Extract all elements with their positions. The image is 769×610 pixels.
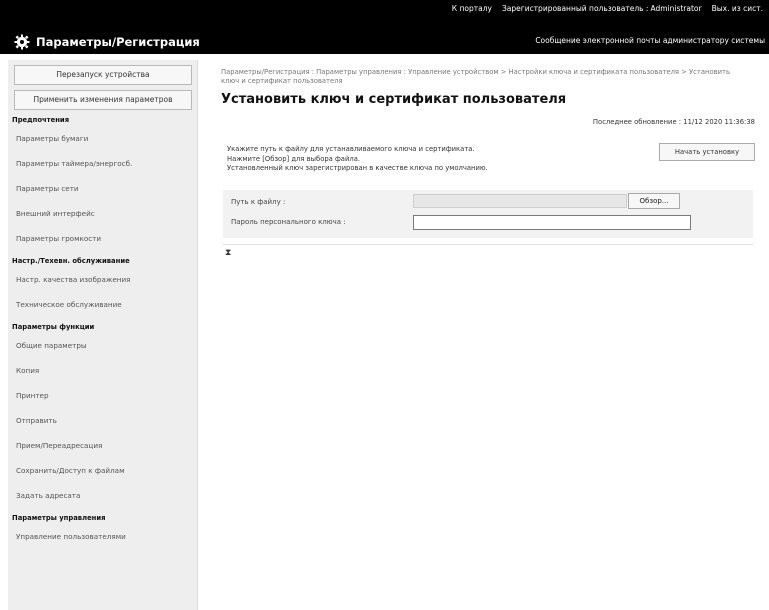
- sidebar-item-send[interactable]: Отправить: [8, 408, 197, 433]
- sidebar-item-paper[interactable]: Параметры бумаги: [8, 126, 197, 151]
- app-header: Параметры/Регистрация: [14, 30, 200, 54]
- start-install-button[interactable]: Начать установку: [659, 143, 755, 161]
- sidebar-section-preferences: Предпочтения: [12, 116, 70, 124]
- sidebar-item-timer[interactable]: Параметры таймера/энергосб.: [8, 151, 197, 176]
- install-form: Путь к файлу : Обзор... Пароль персональ…: [223, 190, 753, 238]
- apply-changes-button[interactable]: Применить изменения параметров: [14, 90, 192, 110]
- sidebar-item-maintenance[interactable]: Техническое обслуживание: [8, 292, 197, 317]
- main-content: Параметры/Регистрация : Параметры управл…: [221, 68, 761, 258]
- file-path-field[interactable]: [413, 194, 627, 208]
- sidebar-item-image-quality[interactable]: Настр. качества изображения: [8, 267, 197, 292]
- sidebar-item-printer[interactable]: Принтер: [8, 383, 197, 408]
- sidebar-item-copy[interactable]: Копия: [8, 358, 197, 383]
- user-name: Administrator: [650, 4, 702, 13]
- restart-device-button[interactable]: Перезапуск устройства: [14, 65, 192, 85]
- sidebar-item-store-access[interactable]: Сохранить/Доступ к файлам: [8, 458, 197, 483]
- private-key-password-input[interactable]: [413, 215, 691, 230]
- registered-user-label: Зарегистрированный пользователь :: [501, 4, 649, 13]
- sidebar-section-management: Параметры управления: [12, 514, 106, 522]
- logout-link[interactable]: Вых. из сист.: [712, 4, 763, 13]
- sidebar-item-receive-forward[interactable]: Прием/Переадресация: [8, 433, 197, 458]
- sidebar: Перезапуск устройства Применить изменени…: [8, 60, 198, 610]
- instructions: Укажите путь к файлу для устанавливаемог…: [227, 145, 488, 174]
- breadcrumb[interactable]: Параметры/Регистрация : Параметры управл…: [221, 68, 741, 86]
- portal-link[interactable]: К порталу: [452, 4, 492, 13]
- divider: [223, 244, 753, 245]
- top-bar: К порталу Зарегистрированный пользовател…: [0, 0, 769, 30]
- page-title: Установить ключ и сертификат пользовател…: [221, 92, 567, 107]
- sidebar-item-user-management[interactable]: Управление пользователями: [8, 524, 197, 549]
- browse-button[interactable]: Обзор...: [628, 193, 680, 209]
- sidebar-item-network[interactable]: Параметры сети: [8, 176, 197, 201]
- to-top-icon[interactable]: ⧗: [225, 248, 231, 258]
- instruction-line: Укажите путь к файлу для устанавливаемог…: [227, 145, 475, 153]
- top-links: К порталу Зарегистрированный пользовател…: [452, 4, 763, 13]
- instruction-line: Нажмите [Обзор] для выбора файла.: [227, 154, 361, 163]
- email-admin-link[interactable]: Сообщение электронной почты администрато…: [535, 36, 765, 45]
- instruction-line: Установленный ключ зарегистрирован в кач…: [227, 164, 488, 172]
- sidebar-item-interface[interactable]: Внешний интерфейс: [8, 201, 197, 226]
- last-updated: Последнее обновление : 11/12 2020 11:36:…: [592, 118, 755, 126]
- password-label: Пароль персонального ключа :: [231, 218, 346, 226]
- sidebar-section-function: Параметры функции: [12, 323, 95, 331]
- sidebar-item-common[interactable]: Общие параметры: [8, 333, 197, 358]
- sidebar-item-volume[interactable]: Параметры громкости: [8, 226, 197, 251]
- sidebar-item-set-destination[interactable]: Задать адресата: [8, 483, 197, 508]
- gear-icon: [14, 34, 30, 50]
- sidebar-section-adjustment: Настр./Техевн. обслуживание: [12, 257, 130, 265]
- app-title: Параметры/Регистрация: [36, 35, 200, 49]
- file-path-label: Путь к файлу :: [231, 198, 286, 206]
